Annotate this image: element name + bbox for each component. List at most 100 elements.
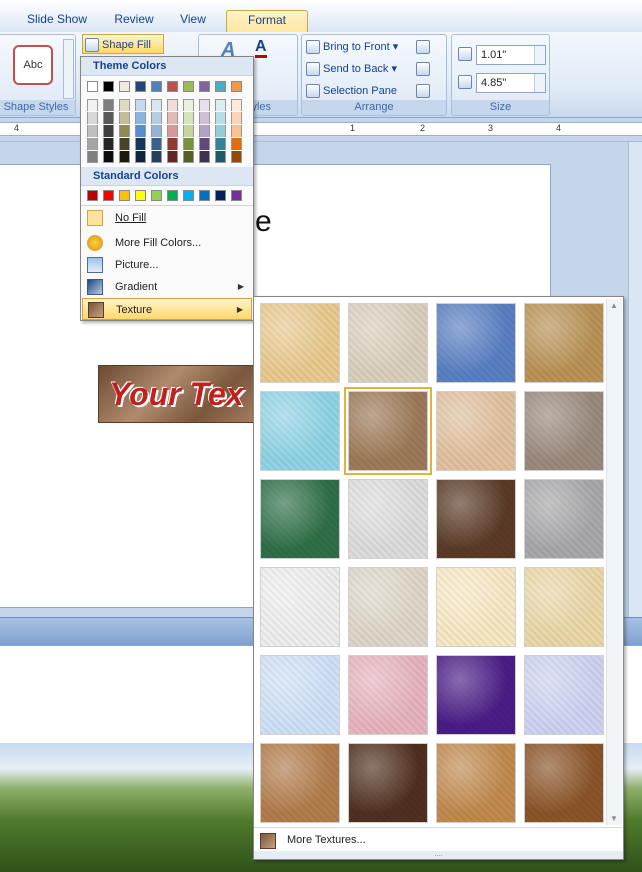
- theme-shade-swatch[interactable]: [167, 138, 178, 150]
- theme-shade-swatch[interactable]: [119, 125, 130, 137]
- texture-swatch[interactable]: [524, 743, 604, 823]
- theme-shade-swatch[interactable]: [167, 112, 178, 124]
- theme-shade-swatch[interactable]: [87, 138, 98, 150]
- theme-shade-swatch[interactable]: [167, 125, 178, 137]
- theme-shade-swatch[interactable]: [119, 151, 130, 163]
- texture-swatch[interactable]: [260, 567, 340, 647]
- texture-swatch[interactable]: [436, 303, 516, 383]
- bring-to-front-button[interactable]: Bring to Front ▾: [306, 37, 398, 57]
- texture-swatch[interactable]: [436, 655, 516, 735]
- texture-swatch[interactable]: [260, 743, 340, 823]
- standard-color-swatch[interactable]: [215, 190, 226, 201]
- theme-shade-swatch[interactable]: [87, 151, 98, 163]
- theme-shade-swatch[interactable]: [231, 112, 242, 124]
- texture-swatch[interactable]: [436, 743, 516, 823]
- theme-color-swatch[interactable]: [231, 81, 242, 92]
- texture-swatch[interactable]: [436, 567, 516, 647]
- standard-color-swatch[interactable]: [151, 190, 162, 201]
- standard-color-swatch[interactable]: [199, 190, 210, 201]
- texture-swatch[interactable]: [348, 479, 428, 559]
- theme-shade-swatch[interactable]: [183, 99, 194, 111]
- theme-shade-swatch[interactable]: [183, 151, 194, 163]
- theme-shade-swatch[interactable]: [151, 99, 162, 111]
- texture-swatch[interactable]: [260, 479, 340, 559]
- text-fill-icon[interactable]: A: [255, 39, 267, 58]
- standard-color-swatch[interactable]: [183, 190, 194, 201]
- texture-swatch[interactable]: [436, 391, 516, 471]
- theme-color-swatch[interactable]: [151, 81, 162, 92]
- theme-shade-swatch[interactable]: [87, 112, 98, 124]
- send-to-back-button[interactable]: Send to Back ▾: [306, 59, 397, 79]
- texture-swatch[interactable]: [348, 655, 428, 735]
- texture-swatch[interactable]: [260, 655, 340, 735]
- shape-width-input[interactable]: 4.85": [476, 73, 546, 93]
- tab-view[interactable]: View: [168, 10, 218, 32]
- texture-swatch[interactable]: [344, 387, 432, 475]
- theme-shade-swatch[interactable]: [151, 112, 162, 124]
- theme-color-swatch[interactable]: [87, 81, 98, 92]
- theme-shade-swatch[interactable]: [231, 138, 242, 150]
- texture-swatch[interactable]: [260, 303, 340, 383]
- styles-gallery-scroll[interactable]: [63, 39, 74, 99]
- theme-shade-swatch[interactable]: [199, 99, 210, 111]
- theme-shade-swatch[interactable]: [167, 151, 178, 163]
- texture-swatch[interactable]: [524, 567, 604, 647]
- more-fill-colors-item[interactable]: More Fill Colors...: [82, 232, 252, 254]
- theme-shade-swatch[interactable]: [231, 151, 242, 163]
- standard-color-swatch[interactable]: [135, 190, 146, 201]
- standard-color-swatch[interactable]: [87, 190, 98, 201]
- theme-shade-swatch[interactable]: [183, 112, 194, 124]
- texture-swatch[interactable]: [436, 479, 516, 559]
- texture-scrollbar[interactable]: ▲ ▼: [606, 299, 622, 825]
- shape-height-input[interactable]: 1.01": [476, 45, 546, 65]
- vertical-scrollbar[interactable]: [628, 142, 642, 617]
- tab-slide-show[interactable]: Slide Show: [14, 10, 100, 32]
- theme-shade-swatch[interactable]: [103, 125, 114, 137]
- standard-color-swatch[interactable]: [231, 190, 242, 201]
- standard-color-swatch[interactable]: [119, 190, 130, 201]
- theme-color-swatch[interactable]: [199, 81, 210, 92]
- theme-shade-swatch[interactable]: [215, 99, 226, 111]
- gradient-item[interactable]: Gradient ▶: [82, 276, 252, 298]
- theme-shade-swatch[interactable]: [135, 151, 146, 163]
- theme-shade-swatch[interactable]: [215, 125, 226, 137]
- theme-shade-swatch[interactable]: [215, 151, 226, 163]
- picture-item[interactable]: Picture...: [82, 254, 252, 276]
- texture-swatch[interactable]: [524, 655, 604, 735]
- standard-color-swatch[interactable]: [167, 190, 178, 201]
- theme-shade-swatch[interactable]: [151, 125, 162, 137]
- theme-color-swatch[interactable]: [119, 81, 130, 92]
- theme-shade-swatch[interactable]: [199, 112, 210, 124]
- rotate-button[interactable]: [416, 81, 433, 101]
- standard-color-swatch[interactable]: [103, 190, 114, 201]
- theme-color-swatch[interactable]: [215, 81, 226, 92]
- texture-swatch[interactable]: [348, 567, 428, 647]
- texture-swatch[interactable]: [524, 391, 604, 471]
- theme-shade-swatch[interactable]: [167, 99, 178, 111]
- theme-color-swatch[interactable]: [183, 81, 194, 92]
- shape-style-swatch[interactable]: Abc: [13, 45, 53, 85]
- selection-pane-button[interactable]: Selection Pane: [306, 81, 397, 101]
- theme-shade-swatch[interactable]: [199, 138, 210, 150]
- wordart-shape[interactable]: Your Tex: [98, 365, 258, 423]
- theme-shade-swatch[interactable]: [87, 125, 98, 137]
- resize-grip[interactable]: ....: [254, 851, 623, 859]
- theme-shade-swatch[interactable]: [103, 99, 114, 111]
- theme-shade-swatch[interactable]: [183, 125, 194, 137]
- theme-color-swatch[interactable]: [167, 81, 178, 92]
- align-button[interactable]: [416, 37, 433, 57]
- tab-format[interactable]: Format: [226, 10, 308, 32]
- theme-shade-swatch[interactable]: [231, 125, 242, 137]
- no-fill-item[interactable]: No Fill: [82, 207, 252, 229]
- texture-swatch[interactable]: [260, 391, 340, 471]
- theme-shade-swatch[interactable]: [119, 112, 130, 124]
- more-textures-item[interactable]: More Textures...: [254, 827, 623, 853]
- texture-swatch[interactable]: [348, 743, 428, 823]
- theme-color-swatch[interactable]: [103, 81, 114, 92]
- theme-shade-swatch[interactable]: [199, 125, 210, 137]
- theme-shade-swatch[interactable]: [87, 99, 98, 111]
- shape-fill-button[interactable]: Shape Fill: [82, 34, 164, 54]
- theme-color-swatch[interactable]: [135, 81, 146, 92]
- theme-shade-swatch[interactable]: [135, 99, 146, 111]
- theme-shade-swatch[interactable]: [199, 151, 210, 163]
